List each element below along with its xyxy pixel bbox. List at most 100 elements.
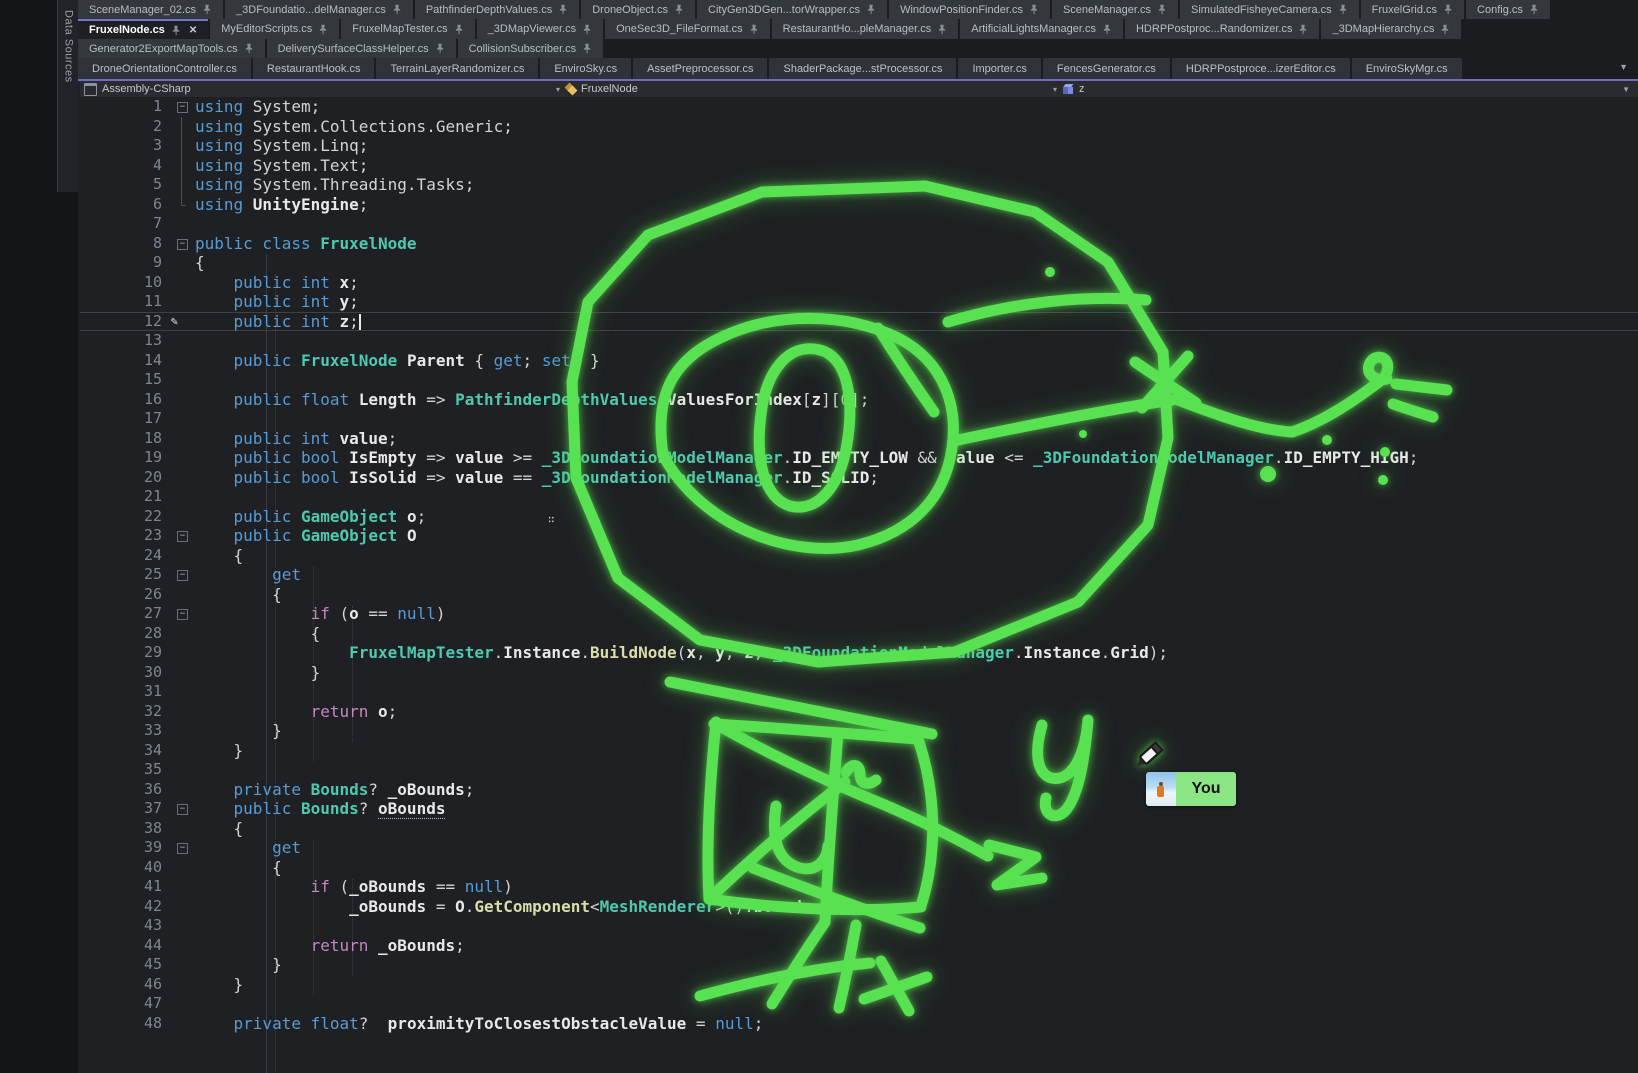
fold-marker-icon[interactable]: − (177, 102, 188, 113)
code-line[interactable]: 30 } (80, 663, 1638, 683)
tab[interactable]: Importer.cs (958, 58, 1040, 79)
code-line[interactable]: 43 (80, 916, 1638, 936)
fold-marker-icon[interactable]: − (177, 239, 188, 250)
code-editor[interactable]: 1−using System;2using System.Collections… (80, 97, 1638, 1073)
code-line[interactable]: 26 { (80, 585, 1638, 605)
tab[interactable]: SimulatedFisheyeCamera.cs (1180, 0, 1359, 19)
tab[interactable]: SceneManager_02.cs (78, 0, 223, 19)
code-line[interactable]: 15 (80, 370, 1638, 390)
pin-icon[interactable] (1298, 24, 1308, 35)
tab[interactable]: _3DMapHierarchy.cs (1321, 19, 1461, 39)
fold-marker-icon[interactable]: − (177, 570, 188, 581)
code-line[interactable]: 31 (80, 682, 1638, 702)
pin-icon[interactable] (1440, 24, 1450, 35)
tab[interactable]: WindowPositionFinder.cs (889, 0, 1050, 19)
code-line[interactable]: 13 (80, 331, 1638, 351)
tab[interactable]: DroneObject.cs (581, 0, 695, 19)
pin-icon[interactable] (582, 24, 592, 35)
code-line[interactable]: 28 { (80, 624, 1638, 644)
tab[interactable]: FruxelGrid.cs (1361, 0, 1464, 19)
pin-icon[interactable] (749, 24, 759, 35)
close-icon[interactable]: ✕ (187, 25, 197, 36)
code-line[interactable]: 4using System.Text; (80, 156, 1638, 176)
code-line[interactable]: 24 { (80, 546, 1638, 566)
tab-active[interactable]: FruxelNode.cs✕ (78, 19, 208, 39)
fold-marker-icon[interactable]: − (177, 609, 188, 620)
tab[interactable]: AssetPreprocessor.cs (633, 58, 767, 79)
code-line[interactable]: 41 if (_oBounds == null) (80, 877, 1638, 897)
code-line[interactable]: 33 } (80, 721, 1638, 741)
pin-icon[interactable] (1157, 4, 1167, 15)
code-line[interactable]: 8−public class FruxelNode (80, 234, 1638, 254)
code-line[interactable]: 20 public bool IsSolid => value == _3DFo… (80, 468, 1638, 488)
pin-icon[interactable] (392, 4, 402, 15)
pin-icon[interactable] (1529, 4, 1539, 15)
pin-icon[interactable] (1029, 4, 1039, 15)
chevron-down-icon[interactable]: ▾ (550, 85, 566, 94)
pin-icon[interactable] (558, 4, 568, 15)
code-line[interactable]: 48 private float? proximityToClosestObst… (80, 1014, 1638, 1034)
tab[interactable]: CityGen3DGen...torWrapper.cs (697, 0, 887, 19)
code-line[interactable]: 6using UnityEngine; (80, 195, 1638, 215)
code-line[interactable]: 29 FruxelMapTester.Instance.BuildNode(x,… (80, 643, 1638, 663)
code-line[interactable]: 35 (80, 760, 1638, 780)
tab[interactable]: DeliverySurfaceClassHelper.cs (267, 39, 456, 58)
sidebar-tab-data-sources[interactable]: Data Sources (57, 0, 79, 192)
tab[interactable]: TerrainLayerRandomizer.cs (376, 58, 538, 79)
code-line[interactable]: 27− if (o == null) (80, 604, 1638, 624)
chevron-down-icon[interactable]: ▼ (1616, 85, 1638, 94)
tab[interactable]: EnviroSkyMgr.cs (1352, 58, 1462, 79)
code-line[interactable]: 38 { (80, 819, 1638, 839)
code-line[interactable]: 22 public GameObject o; (80, 507, 1638, 527)
breadcrumb-type[interactable]: FruxelNode (581, 83, 638, 95)
pin-icon[interactable] (937, 24, 947, 35)
tab[interactable]: SceneManager.cs (1052, 0, 1178, 19)
pin-icon[interactable] (1443, 4, 1453, 15)
code-line[interactable]: 45 } (80, 955, 1638, 975)
code-line[interactable]: 37− public Bounds? oBounds (80, 799, 1638, 819)
tab[interactable]: _3DMapViewer.cs (477, 19, 603, 39)
code-line[interactable]: 10 public int x; (80, 273, 1638, 293)
fold-marker-icon[interactable]: − (177, 804, 188, 815)
code-line[interactable]: 47 (80, 994, 1638, 1014)
tab[interactable]: HDRPPostproc...Randomizer.cs (1125, 19, 1320, 39)
pin-icon[interactable] (202, 4, 212, 15)
code-line[interactable]: 12✎ public int z; (80, 312, 1638, 332)
tab-overflow-icon[interactable]: ▼ (1619, 58, 1638, 79)
code-line[interactable]: 5using System.Threading.Tasks; (80, 175, 1638, 195)
code-line[interactable]: 39− get (80, 838, 1638, 858)
pin-icon[interactable] (244, 43, 254, 54)
tab[interactable]: ArtificialLightsManager.cs (960, 19, 1123, 39)
pin-icon[interactable] (674, 4, 684, 15)
tab[interactable]: FencesGenerator.cs (1043, 58, 1170, 79)
tab[interactable]: MyEditorScripts.cs (210, 19, 339, 39)
code-line[interactable]: 46 } (80, 975, 1638, 995)
code-line[interactable]: 16 public float Length => PathfinderDept… (80, 390, 1638, 410)
code-line[interactable]: 11 public int y; (80, 292, 1638, 312)
code-line[interactable]: 2using System.Collections.Generic; (80, 117, 1638, 137)
tab[interactable]: ShaderPackage...stProcessor.cs (769, 58, 956, 79)
tab[interactable]: FruxelMapTester.cs (341, 19, 474, 39)
tab[interactable]: PathfinderDepthValues.cs (415, 0, 579, 19)
pin-icon[interactable] (454, 24, 464, 35)
breadcrumb-project[interactable]: Assembly-CSharp (102, 83, 191, 95)
pin-icon[interactable] (318, 24, 328, 35)
tab[interactable]: Generator2ExportMapTools.cs (78, 39, 265, 58)
fold-marker-icon[interactable]: − (177, 531, 188, 542)
code-line[interactable]: 44 return _oBounds; (80, 936, 1638, 956)
code-line[interactable]: 25− get (80, 565, 1638, 585)
pin-icon[interactable] (1338, 4, 1348, 15)
code-line[interactable]: 36 private Bounds? _oBounds; (80, 780, 1638, 800)
pin-icon[interactable] (582, 43, 592, 54)
tab[interactable]: RestaurantHook.cs (253, 58, 375, 79)
tab[interactable]: HDRPPostproce...izerEditor.cs (1172, 58, 1350, 79)
breadcrumb-member[interactable]: z (1079, 83, 1085, 95)
code-line[interactable]: 18 public int value; (80, 429, 1638, 449)
tab[interactable]: Config.cs (1466, 0, 1550, 19)
code-line[interactable]: 21 (80, 487, 1638, 507)
fold-marker-icon[interactable]: − (177, 843, 188, 854)
pin-icon[interactable] (1102, 24, 1112, 35)
code-line[interactable]: 7 (80, 214, 1638, 234)
tab[interactable]: OneSec3D_FileFormat.cs (605, 19, 770, 39)
code-line[interactable]: 42 _oBounds = O.GetComponent<MeshRendere… (80, 897, 1638, 917)
